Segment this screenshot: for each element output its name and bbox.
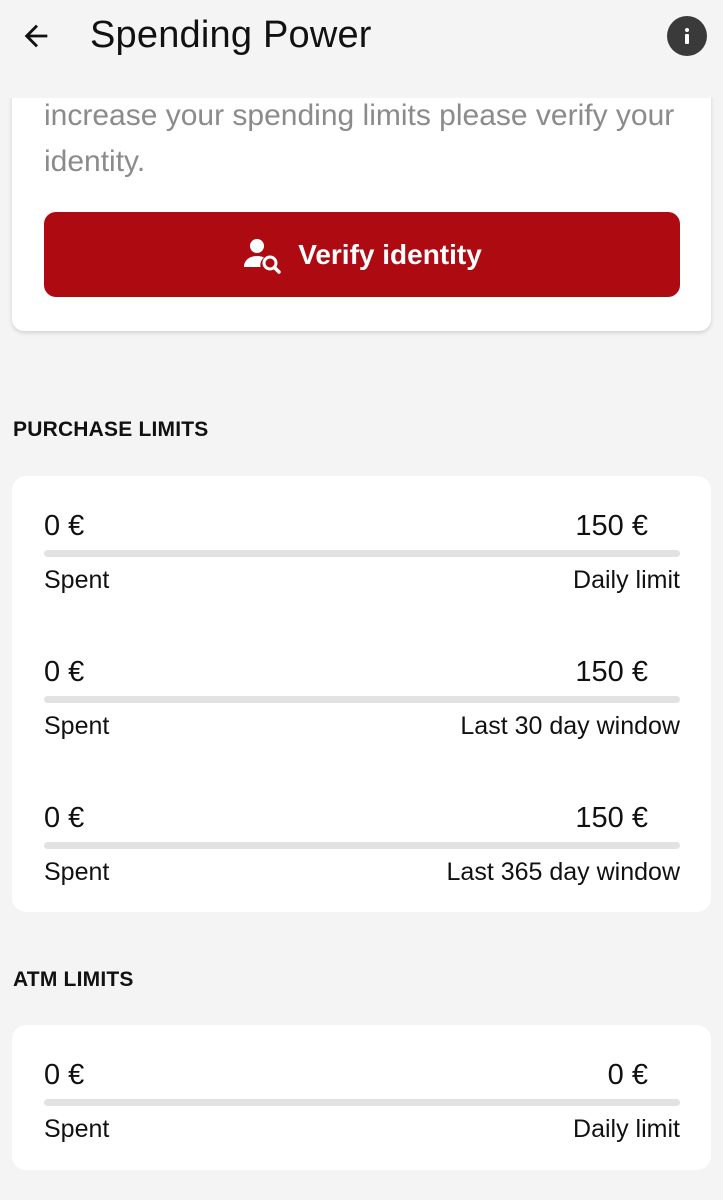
atm-limits-heading: ATM LIMITS <box>13 968 134 991</box>
atm-limits-card: 0 € 0 € Spent Daily limit <box>12 1025 711 1170</box>
limit-row-30-day: 0 € 150 € Spent Last 30 day window <box>44 654 680 744</box>
person-search-icon <box>242 235 282 275</box>
spent-label: Spent <box>44 858 110 886</box>
limit-row-daily: 0 € 150 € Spent Daily limit <box>44 508 680 598</box>
limit-progress-bar <box>44 696 680 703</box>
limit-amount: 150 € <box>575 510 648 542</box>
verify-identity-label: Verify identity <box>298 238 482 270</box>
verify-description: increase your spending limits please ver… <box>44 99 675 178</box>
limit-label: Last 30 day window <box>460 712 680 740</box>
limit-amount: 150 € <box>575 802 648 834</box>
purchase-limits-heading: PURCHASE LIMITS <box>13 418 209 441</box>
limit-label: Daily limit <box>573 1115 680 1143</box>
spent-label: Spent <box>44 712 110 740</box>
verify-identity-button[interactable]: Verify identity <box>44 212 680 297</box>
purchase-limits-card: 0 € 150 € Spent Daily limit 0 € 150 € Sp… <box>12 476 711 912</box>
arrow-back-icon <box>24 24 48 48</box>
limit-label: Last 365 day window <box>446 858 680 886</box>
spent-label: Spent <box>44 1115 110 1143</box>
limit-row-atm-daily: 0 € 0 € Spent Daily limit <box>44 1057 680 1147</box>
limit-progress-bar <box>44 550 680 557</box>
limit-progress-bar <box>44 1099 680 1106</box>
back-button[interactable] <box>14 14 58 58</box>
info-icon <box>685 28 689 44</box>
spent-amount: 0 € <box>44 510 85 542</box>
spent-amount: 0 € <box>44 802 85 834</box>
info-button[interactable] <box>667 16 707 56</box>
limit-amount: 150 € <box>575 656 648 688</box>
app-bar: Spending Power <box>0 0 723 98</box>
page-title: Spending Power <box>90 14 372 56</box>
limit-progress-bar <box>44 842 680 849</box>
limit-row-365-day: 0 € 150 € Spent Last 365 day window <box>44 800 680 890</box>
spent-amount: 0 € <box>44 656 85 688</box>
limit-amount: 0 € <box>607 1059 648 1091</box>
spent-label: Spent <box>44 566 110 594</box>
spent-amount: 0 € <box>44 1059 85 1091</box>
limit-label: Daily limit <box>573 566 680 594</box>
